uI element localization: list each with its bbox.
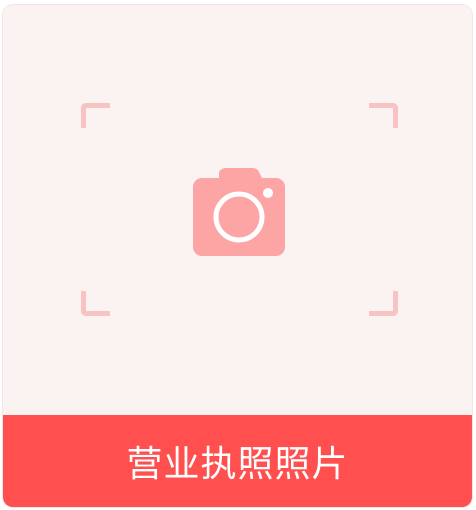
upload-label: 营业执照照片	[126, 444, 349, 485]
frame-corner-top-right	[369, 103, 398, 128]
frame-corner-top-left	[81, 103, 110, 128]
camera-icon[interactable]	[193, 168, 285, 256]
frame-corner-bottom-left	[81, 291, 110, 316]
business-license-upload-card[interactable]: 营业执照照片	[3, 5, 472, 507]
upload-label-bar[interactable]: 营业执照照片	[3, 415, 472, 507]
frame-corner-bottom-right	[369, 291, 398, 316]
photo-upload-area[interactable]	[3, 5, 472, 415]
